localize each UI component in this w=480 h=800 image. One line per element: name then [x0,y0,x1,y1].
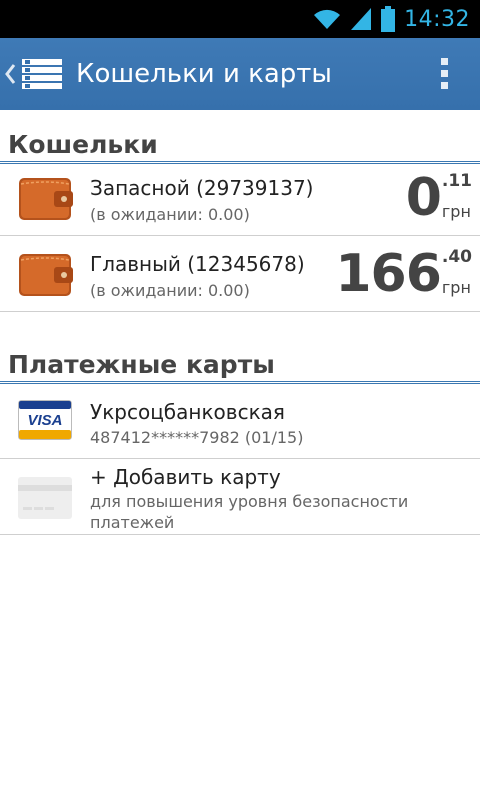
add-card-description: для повышения уровня безопасности платеж… [90,492,409,532]
wallet-item-reserve[interactable]: Запасной (29739137) (в ожидании: 0.00) 0… [0,160,480,236]
add-card-button[interactable]: + Добавить карту для повышения уровня бе… [0,459,480,535]
wallet-item-main[interactable]: Главный (12345678) (в ожидании: 0.00) 16… [0,236,480,312]
battery-icon [380,6,396,32]
action-bar: Кошельки и карты [0,38,480,110]
wallet-balance: 166 .40 грн [335,248,472,300]
wallet-balance: 0 .11 грн [406,172,472,224]
balance-integer: 0 [405,168,442,228]
add-card-label: + Добавить карту [90,465,281,489]
wifi-icon [312,8,342,30]
wallet-icon [18,176,74,227]
cards-section-title: Платежные карты [8,350,275,379]
balance-fraction: .11 [441,171,472,191]
card-item[interactable]: VISA Укрсоцбанковская 487412******7982 (… [0,384,480,459]
menu-list-icon[interactable] [22,58,62,90]
visa-card-icon: VISA [18,400,72,445]
card-number: 487412******7982 (01/15) [90,428,304,447]
up-caret-icon[interactable] [4,63,18,85]
balance-currency: грн [441,202,471,221]
balance-currency: грн [441,278,471,297]
signal-icon [350,7,372,31]
visa-brand-text: VISA [27,412,62,429]
cards-section-header: Платежные карты [0,336,480,384]
blank-card-icon [18,477,72,524]
wallet-name: Запасной (29739137) [90,176,314,200]
wallet-pending: (в ожидании: 0.00) [90,281,250,300]
balance-integer: 166 [335,244,442,304]
wallets-section-title: Кошельки [8,130,158,159]
wallet-pending: (в ожидании: 0.00) [90,205,250,224]
overflow-menu-icon[interactable] [438,58,450,89]
balance-fraction: .40 [441,247,472,267]
wallet-name: Главный (12345678) [90,252,305,276]
wallets-section-header: Кошельки [0,116,480,164]
page-title: Кошельки и карты [76,59,332,89]
status-bar: 14:32 [0,0,480,38]
status-time: 14:32 [404,6,470,32]
card-name: Укрсоцбанковская [90,400,285,424]
wallet-icon [18,252,74,303]
